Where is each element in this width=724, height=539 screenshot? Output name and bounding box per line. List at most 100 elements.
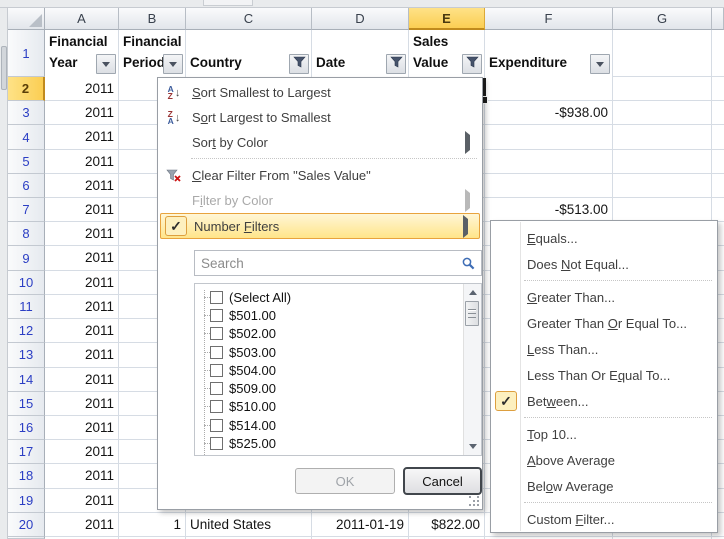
select-all-corner[interactable] xyxy=(8,8,45,30)
filter-dropdown-button-B[interactable] xyxy=(163,54,183,74)
cell-A14[interactable]: 2011 xyxy=(49,368,114,392)
col-header-G[interactable]: G xyxy=(613,8,712,30)
col-header-B[interactable]: B xyxy=(119,8,186,30)
row-header-3[interactable]: 3 xyxy=(8,101,45,125)
cell-A3[interactable]: 2011 xyxy=(49,101,114,125)
menu-item-sort-by-color[interactable]: Sort by Color xyxy=(159,130,481,155)
resize-grip[interactable] xyxy=(469,496,479,506)
row-header-10[interactable]: 10 xyxy=(8,271,45,295)
header-cell-value[interactable]: SalesValue xyxy=(409,30,484,77)
row-header-16[interactable]: 16 xyxy=(8,416,45,440)
row-header-1[interactable]: 1 xyxy=(8,30,45,77)
checkbox[interactable] xyxy=(210,364,223,377)
cell-A20[interactable]: 2011 xyxy=(49,513,114,537)
row-header-4[interactable]: 4 xyxy=(8,125,45,149)
submenu-item-above-average[interactable]: Above Average xyxy=(491,447,717,473)
col-header-D[interactable]: D xyxy=(312,8,409,30)
cell-A8[interactable]: 2011 xyxy=(49,222,114,246)
cell-A4[interactable]: 2011 xyxy=(49,125,114,149)
checkbox[interactable] xyxy=(210,382,223,395)
filter-dropdown-button-F[interactable] xyxy=(590,54,610,74)
cell-F7[interactable]: -$513.00 xyxy=(489,198,608,222)
cell-A15[interactable]: 2011 xyxy=(49,392,114,416)
cell-A18[interactable]: 2011 xyxy=(49,464,114,488)
row-header-17[interactable]: 17 xyxy=(8,440,45,464)
checkbox[interactable] xyxy=(210,346,223,359)
list-item-3[interactable]: $503.00 xyxy=(201,343,463,361)
scroll-down-icon[interactable] xyxy=(464,439,481,454)
checkbox[interactable] xyxy=(210,327,223,340)
row-header-14[interactable]: 14 xyxy=(8,368,45,392)
submenu-item-greater-than-or-equal-to[interactable]: Greater Than Or Equal To... xyxy=(491,310,717,336)
header-cell-year[interactable]: FinancialYear xyxy=(45,30,118,77)
scrollbar-thumb[interactable] xyxy=(465,301,479,326)
submenu-item-does-not-equal[interactable]: Does Not Equal... xyxy=(491,251,717,277)
filter-search-box[interactable] xyxy=(194,250,482,276)
list-item-8[interactable]: $525.00 xyxy=(201,434,463,452)
col-header-A[interactable]: A xyxy=(45,8,119,30)
cell-A2[interactable]: 2011 xyxy=(49,77,114,101)
submenu-item-top-10[interactable]: Top 10... xyxy=(491,421,717,447)
checkbox[interactable] xyxy=(210,437,223,450)
row-header-19[interactable]: 19 xyxy=(8,489,45,513)
search-icon[interactable] xyxy=(455,257,481,270)
cell-A11[interactable]: 2011 xyxy=(49,295,114,319)
cell-A10[interactable]: 2011 xyxy=(49,271,114,295)
list-item-0[interactable]: (Select All) xyxy=(201,288,463,306)
cell-A5[interactable]: 2011 xyxy=(49,150,114,174)
list-item-2[interactable]: $502.00 xyxy=(201,325,463,343)
row-header-11[interactable]: 11 xyxy=(8,295,45,319)
col-header-E[interactable]: E xyxy=(409,8,485,30)
row-header-2[interactable]: 2 xyxy=(8,77,45,101)
search-input[interactable] xyxy=(195,256,455,271)
cell-D20[interactable]: 2011-01-19 xyxy=(316,513,404,537)
col-header-C[interactable]: C xyxy=(186,8,312,30)
cell-C20[interactable]: United States xyxy=(190,513,307,537)
list-item-1[interactable]: $501.00 xyxy=(201,306,463,324)
cancel-button[interactable]: Cancel xyxy=(403,467,482,495)
list-scrollbar[interactable] xyxy=(463,284,481,455)
left-scrollbar-nub[interactable] xyxy=(1,46,7,90)
menu-item-filter-by-color[interactable]: Filter by Color xyxy=(159,188,481,213)
header-cell-date[interactable]: Date xyxy=(312,30,408,77)
row-header-13[interactable]: 13 xyxy=(8,343,45,367)
filter-dropdown-button-A[interactable] xyxy=(96,54,116,74)
row-header-7[interactable]: 7 xyxy=(8,198,45,222)
scroll-up-icon[interactable] xyxy=(464,285,481,300)
cell-A13[interactable]: 2011 xyxy=(49,343,114,367)
row-header-9[interactable]: 9 xyxy=(8,246,45,270)
row-header-15[interactable]: 15 xyxy=(8,392,45,416)
cell-A19[interactable]: 2011 xyxy=(49,489,114,513)
ok-button[interactable]: OK xyxy=(295,468,395,494)
cell-A6[interactable]: 2011 xyxy=(49,174,114,198)
submenu-item-greater-than[interactable]: Greater Than... xyxy=(491,284,717,310)
menu-item-number-filters[interactable]: ✓Number Filters xyxy=(160,213,480,239)
menu-item-sort-smallest-to-largest[interactable]: AZ↓Sort Smallest to Largest xyxy=(159,80,481,105)
submenu-item-below-average[interactable]: Below Average xyxy=(491,473,717,499)
cell-E20[interactable]: $822.00 xyxy=(413,513,480,537)
list-item-7[interactable]: $514.00 xyxy=(201,416,463,434)
submenu-item-between[interactable]: ✓Between... xyxy=(491,388,717,414)
cell-A12[interactable]: 2011 xyxy=(49,319,114,343)
filter-applied-button-D[interactable] xyxy=(386,54,406,74)
row-header-6[interactable]: 6 xyxy=(8,174,45,198)
submenu-item-less-than-or-equal-to[interactable]: Less Than Or Equal To... xyxy=(491,362,717,388)
header-cell-period[interactable]: FinancialPeriod xyxy=(119,30,185,77)
header-cell-country[interactable]: Country xyxy=(186,30,311,77)
list-item-5[interactable]: $509.00 xyxy=(201,379,463,397)
header-cell-expenditure[interactable]: Expenditure xyxy=(485,30,612,77)
row-header-5[interactable]: 5 xyxy=(8,150,45,174)
menu-item-sort-largest-to-smallest[interactable]: ZA↓Sort Largest to Smallest xyxy=(159,105,481,130)
checkbox[interactable] xyxy=(210,309,223,322)
cell-A16[interactable]: 2011 xyxy=(49,416,114,440)
cell-A7[interactable]: 2011 xyxy=(49,198,114,222)
list-item-4[interactable]: $504.00 xyxy=(201,361,463,379)
filter-applied-button-E[interactable] xyxy=(462,54,482,74)
submenu-item-less-than[interactable]: Less Than... xyxy=(491,336,717,362)
row-header-18[interactable]: 18 xyxy=(8,464,45,488)
cell-F3[interactable]: -$938.00 xyxy=(489,101,608,125)
checkbox[interactable] xyxy=(210,291,223,304)
submenu-item-equals[interactable]: Equals... xyxy=(491,225,717,251)
menu-item-clear-filter-from-sales-value[interactable]: Clear Filter From "Sales Value" xyxy=(159,163,481,188)
row-header-20[interactable]: 20 xyxy=(8,513,45,537)
